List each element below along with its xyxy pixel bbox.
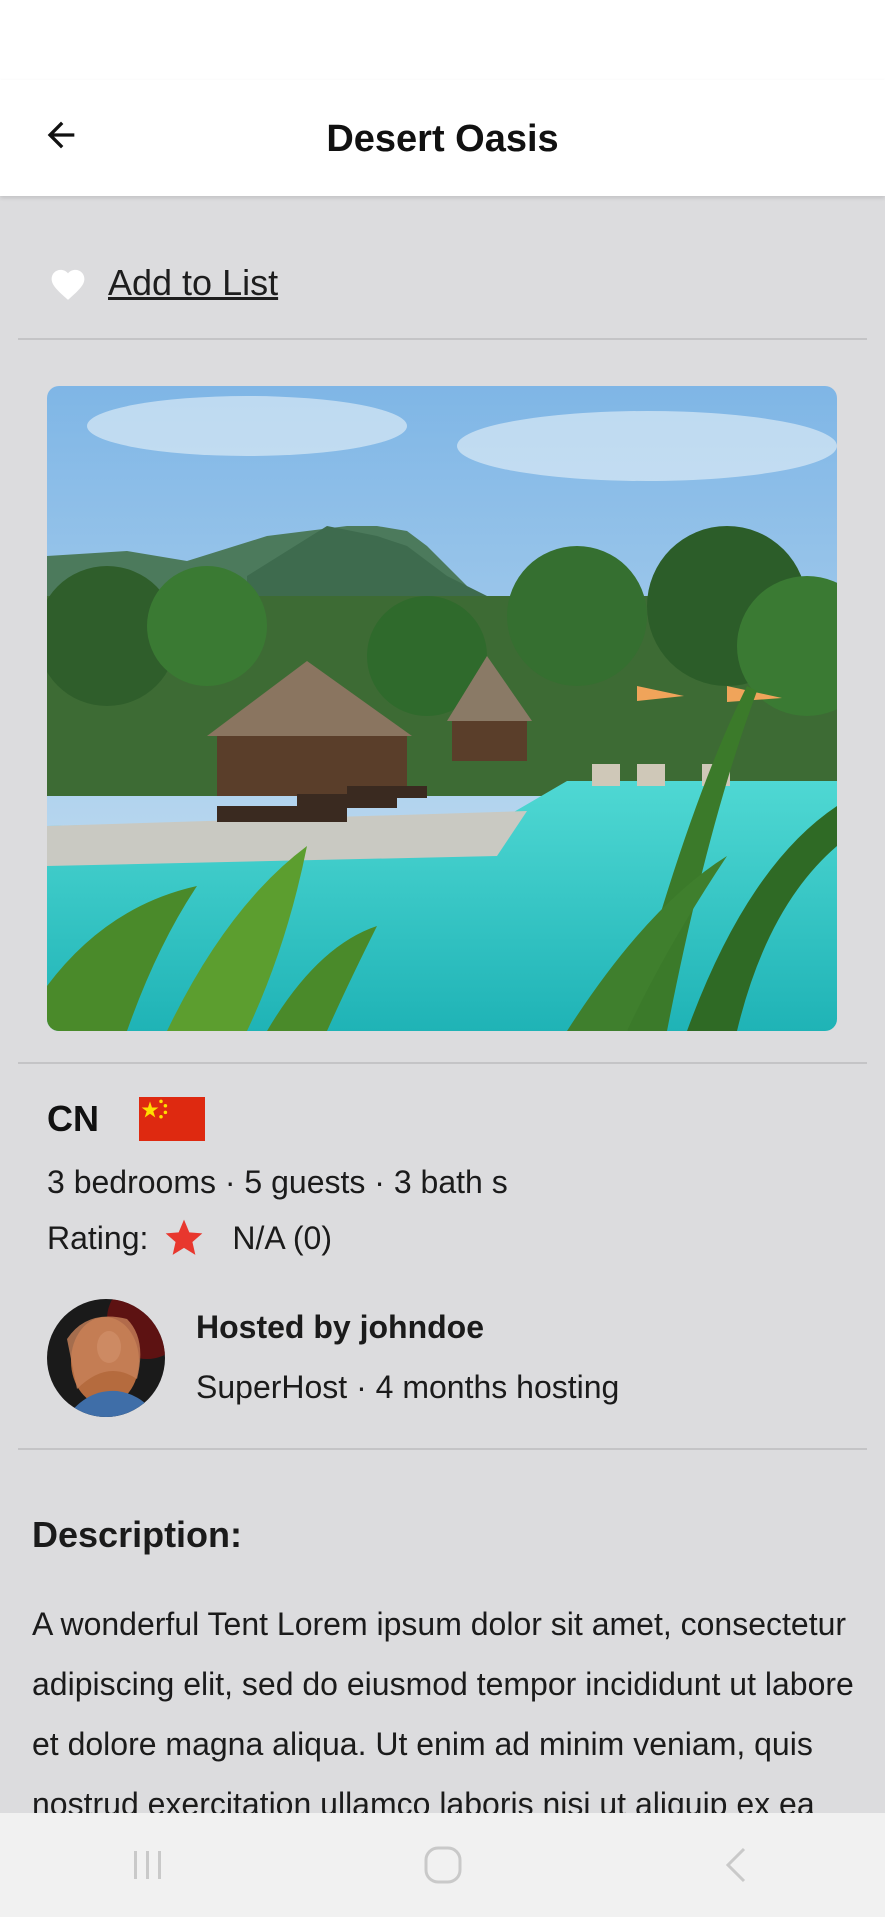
page-title: Desert Oasis — [326, 118, 559, 160]
rating-value: N/A (0) — [232, 1219, 332, 1256]
nav-back-icon — [725, 1847, 745, 1883]
recents-button[interactable] — [108, 1835, 188, 1895]
star-icon — [166, 1219, 203, 1255]
add-to-list-button[interactable]: Add to List — [48, 258, 278, 308]
description-text: A wonderful Tent Lorem ipsum dolor sit a… — [32, 1606, 854, 1813]
home-icon — [424, 1846, 461, 1884]
host-meta: SuperHost · 4 months hosting — [196, 1369, 620, 1405]
description-title: Description: — [32, 1514, 243, 1555]
host-name: Hosted by johndoe — [196, 1309, 484, 1345]
nav-back-button[interactable] — [698, 1835, 778, 1895]
china-flag-icon — [139, 1097, 205, 1141]
status-bar — [0, 0, 885, 80]
divider — [18, 1062, 867, 1064]
add-to-list-label: Add to List — [108, 262, 279, 303]
rating-row: Rating: N/A (0) — [47, 1216, 332, 1260]
recents-icon — [133, 1851, 161, 1879]
listing-content[interactable]: Add to List CN 3 bedrooms · 5 guests · 3… — [0, 196, 885, 1813]
app-bar: Desert Oasis — [0, 80, 885, 196]
divider — [18, 1448, 867, 1450]
heart-icon — [51, 269, 85, 300]
listing-photo[interactable] — [47, 386, 837, 1031]
avatar[interactable] — [47, 1299, 165, 1417]
home-button[interactable] — [403, 1835, 483, 1895]
country-code: CN — [47, 1098, 99, 1139]
system-nav-bar — [0, 1813, 885, 1917]
rating-label: Rating: — [47, 1219, 149, 1256]
country-row: CN — [47, 1096, 205, 1142]
listing-details: 3 bedrooms · 5 guests · 3 bath s — [47, 1164, 508, 1200]
divider — [18, 338, 867, 340]
